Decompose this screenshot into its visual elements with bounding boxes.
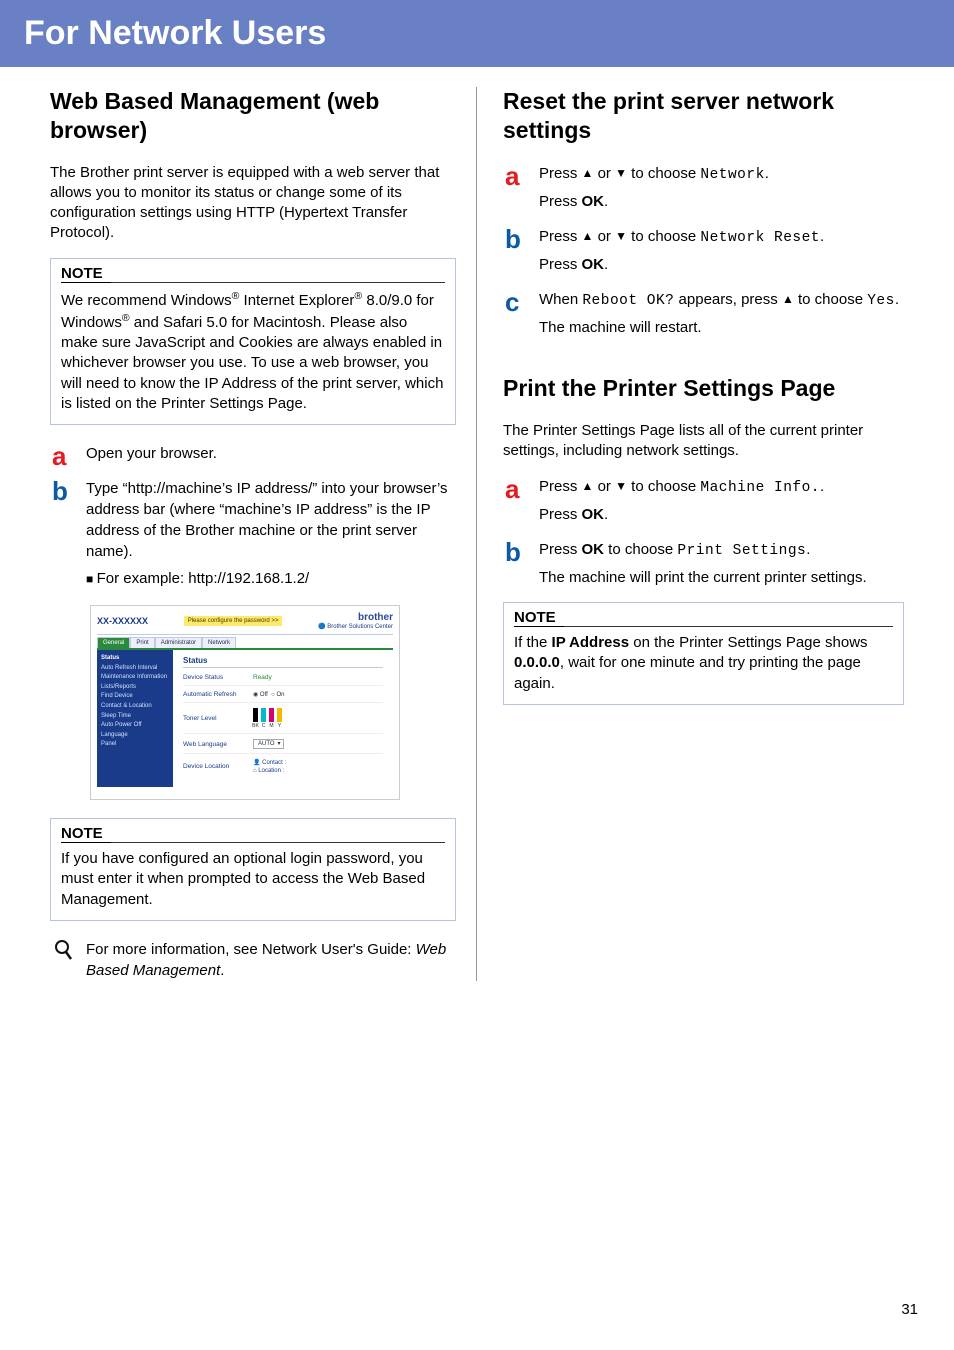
info-row: For more information, see Network User's… xyxy=(50,939,456,981)
left-step-b: b Type “http://machine’s IP address/” in… xyxy=(50,478,456,595)
r1-step-a: a Press ▲ or ▼ to choose Network. Press … xyxy=(503,163,904,218)
left-intro: The Brother print server is equipped wit… xyxy=(50,163,456,244)
ss-sidebar: Status Auto Refresh Interval Maintenance… xyxy=(97,650,173,787)
left-step-b-example: For example: http://192.168.1.2/ xyxy=(86,568,456,589)
ss-tab-print: Print xyxy=(130,637,154,648)
note2-title: NOTE xyxy=(61,825,111,843)
r2-step-a: a Press ▲ or ▼ to choose Machine Info.. … xyxy=(503,476,904,531)
right-column: Reset the print server network settings … xyxy=(477,87,904,981)
step-marker-a: a xyxy=(50,443,86,470)
note-right-title: NOTE xyxy=(514,609,564,627)
magnifier-icon xyxy=(50,939,80,981)
ss-tab-general: General xyxy=(97,637,130,648)
left-column: Web Based Management (web browser) The B… xyxy=(50,87,477,981)
info-prefix: For more information, see Network User's… xyxy=(86,941,416,958)
note-right-body: If the IP Address on the Printer Setting… xyxy=(504,631,903,704)
right-title-2: Print the Printer Settings Page xyxy=(503,374,904,403)
left-step-a: a Open your browser. xyxy=(50,443,456,470)
ss-main: Status Device Status Ready Automatic Ref… xyxy=(173,650,393,787)
ss-subbrand: 🔵 Brother Solutions Center xyxy=(318,624,393,630)
r2-step-b: b Press OK to choose Print Settings. The… xyxy=(503,539,904,594)
wbm-screenshot: XX-XXXXXX Please configure the password … xyxy=(90,605,400,800)
note-box-2: NOTE If you have configured an optional … xyxy=(50,818,456,921)
note1-text-1: Internet Explorer xyxy=(239,292,354,309)
step-marker-c-r1: c xyxy=(503,289,539,344)
note-box-1: NOTE We recommend Windows® Internet Expl… xyxy=(50,258,456,426)
ss-brand: brother xyxy=(358,612,393,623)
right-intro2: The Printer Settings Page lists all of t… xyxy=(503,421,904,462)
note2-body: If you have configured an optional login… xyxy=(51,847,455,920)
step-marker-b-r1: b xyxy=(503,226,539,281)
note-box-right: NOTE If the IP Address on the Printer Se… xyxy=(503,602,904,705)
left-title: Web Based Management (web browser) xyxy=(50,87,456,145)
r1-step-c: c When Reboot OK? appears, press ▲ to ch… xyxy=(503,289,904,344)
ss-please: Please configure the password >> xyxy=(184,616,283,626)
left-step-a-text: Open your browser. xyxy=(86,443,456,464)
ss-model: XX-XXXXXX xyxy=(97,616,148,626)
right-title-1: Reset the print server network settings xyxy=(503,87,904,145)
step-marker-b: b xyxy=(50,478,86,595)
page-number: 31 xyxy=(0,981,954,1338)
step-marker-a-r2: a xyxy=(503,476,539,531)
left-step-b-text: Type “http://machine’s IP address/” into… xyxy=(86,478,456,562)
step-marker-a-r1: a xyxy=(503,163,539,218)
content-columns: Web Based Management (web browser) The B… xyxy=(0,67,954,981)
ss-tabs: General Print Administrator Network xyxy=(97,637,393,648)
info-suffix: . xyxy=(220,962,224,979)
page-banner: For Network Users xyxy=(0,0,954,67)
ss-tab-network: Network xyxy=(202,637,236,648)
note1-text-0: We recommend Windows xyxy=(61,292,232,309)
note1-body: We recommend Windows® Internet Explorer®… xyxy=(51,287,455,425)
r1-step-b: b Press ▲ or ▼ to choose Network Reset. … xyxy=(503,226,904,281)
ss-tab-admin: Administrator xyxy=(155,637,202,648)
step-marker-b-r2: b xyxy=(503,539,539,594)
note1-title: NOTE xyxy=(61,265,111,283)
